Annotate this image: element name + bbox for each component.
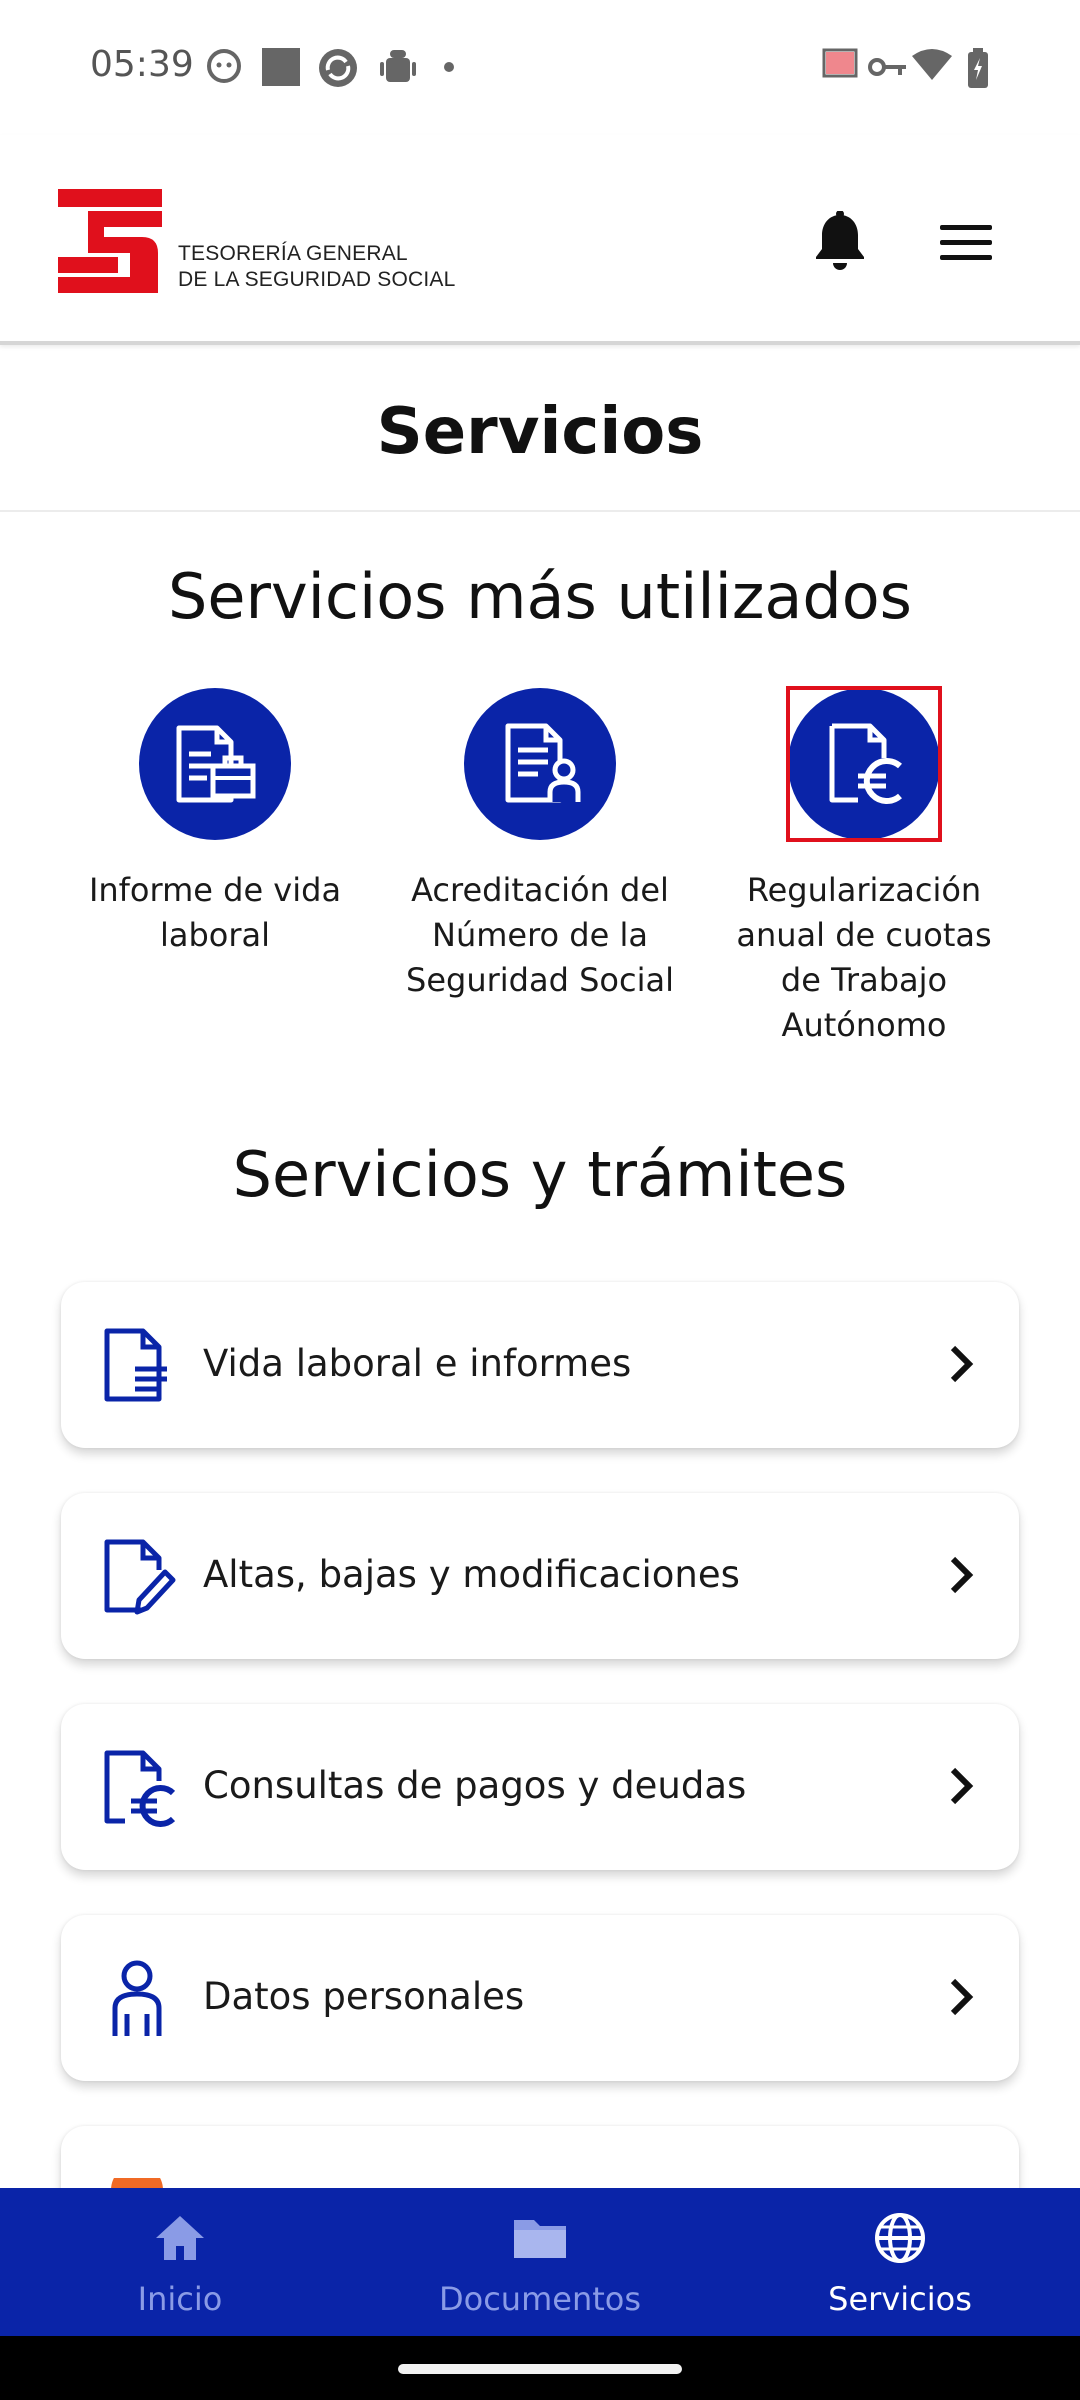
bottom-navigation: Inicio Documentos Servicios	[0, 2188, 1080, 2336]
notification-face-icon	[207, 49, 241, 83]
quick-service-acreditacion-nss[interactable]: Acreditación del Número de la Seguridad …	[390, 688, 690, 1003]
chevron-right-icon	[950, 1556, 974, 1594]
services-title: Servicios y trámites	[232, 1138, 848, 1211]
service-card-label: Altas, bajas y modificaciones	[203, 1553, 740, 1596]
service-card-label: Vida laboral e informes	[203, 1342, 632, 1385]
nav-label: Inicio	[137, 2280, 223, 2318]
quick-service-label: Acreditación del Número de la Seguridad …	[406, 871, 674, 999]
service-card-pagos-deudas[interactable]: Consultas de pagos y deudas	[61, 1704, 1019, 1870]
chevron-right-icon	[950, 1767, 974, 1805]
more-dot-icon	[444, 62, 454, 72]
notification-sync-icon	[319, 49, 357, 87]
document-briefcase-icon	[139, 688, 291, 840]
home-icon	[156, 2216, 204, 2260]
document-person-icon	[464, 688, 616, 840]
nav-label: Servicios	[828, 2280, 972, 2318]
wifi-icon	[912, 49, 952, 80]
cast-icon	[822, 48, 858, 78]
android-icon	[380, 50, 416, 82]
document-euro-icon	[104, 1750, 176, 1827]
page-title-bar: Servicios	[0, 349, 1080, 512]
notification-square-icon	[262, 48, 300, 86]
person-icon	[112, 1960, 162, 2036]
globe-icon	[875, 2213, 925, 2263]
selection-highlight	[786, 686, 942, 842]
hamburger-menu-icon[interactable]	[940, 223, 992, 263]
nav-item-inicio[interactable]: Inicio	[0, 2188, 360, 2336]
chevron-right-icon	[950, 1978, 974, 2016]
status-bar: 05:39	[0, 0, 1080, 135]
nav-item-documentos[interactable]: Documentos	[360, 2188, 720, 2336]
document-lines-icon	[104, 1328, 167, 1402]
quick-service-label: Regularización anual de cuotas de Trabaj…	[736, 871, 992, 1044]
document-pencil-icon	[104, 1539, 176, 1615]
app-header: TESORERÍA GENERAL DE LA SEGURIDAD SOCIAL	[0, 135, 1080, 345]
system-navigation-bar	[0, 2336, 1080, 2400]
folder-icon	[514, 2220, 566, 2258]
quick-service-label: Informe de vida laboral	[88, 871, 342, 954]
battery-icon	[968, 48, 988, 88]
service-card-datos-personales[interactable]: Datos personales	[61, 1915, 1019, 2081]
tgss-logo-icon	[58, 189, 162, 293]
notifications-bell-icon[interactable]	[812, 211, 868, 271]
logo-line2: DE LA SEGURIDAD SOCIAL	[178, 268, 456, 291]
nav-item-servicios[interactable]: Servicios	[720, 2188, 1080, 2336]
status-time: 05:39	[90, 44, 194, 85]
service-card-altas-bajas[interactable]: Altas, bajas y modificaciones	[61, 1493, 1019, 1659]
home-gesture-handle[interactable]	[398, 2364, 682, 2374]
chevron-right-icon	[950, 1345, 974, 1383]
page-title: Servicios	[376, 395, 704, 469]
logo-line1: TESORERÍA GENERAL	[178, 242, 408, 265]
vpn-key-icon	[868, 58, 906, 76]
service-card-label: Consultas de pagos y deudas	[203, 1764, 747, 1807]
nav-label: Documentos	[438, 2280, 642, 2318]
most-used-title: Servicios más utilizados	[168, 560, 912, 633]
tgss-logo-text: TESORERÍA GENERAL DE LA SEGURIDAD SOCIAL	[178, 241, 455, 293]
service-card-label: Datos personales	[203, 1975, 525, 2018]
quick-service-vida-laboral[interactable]: Informe de vida laboral	[65, 688, 365, 958]
service-card-vida-laboral[interactable]: Vida laboral e informes	[61, 1282, 1019, 1448]
